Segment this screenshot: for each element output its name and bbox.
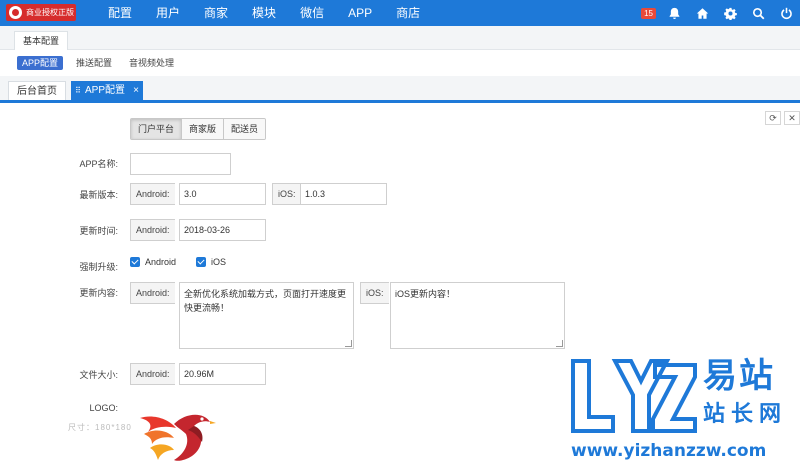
force-update-ios-checkbox[interactable]: iOS <box>196 257 226 267</box>
latest-version-label: 最新版本: <box>79 190 118 200</box>
version-android-input[interactable]: 3.0 <box>179 183 266 205</box>
content-android-addon: Android: <box>130 282 175 304</box>
gear-icon[interactable] <box>716 0 744 26</box>
page-tab-app-config[interactable]: ⠿ APP配置 × <box>71 81 144 100</box>
version-android-addon: Android: <box>130 183 175 205</box>
nav-item-merchants[interactable]: 商家 <box>192 0 240 26</box>
content-ios-textarea[interactable]: iOS更新内容！ <box>390 282 565 349</box>
notification-count-badge[interactable]: 15 <box>641 7 656 19</box>
checkbox-checked-icon <box>196 257 206 267</box>
home-icon[interactable] <box>688 0 716 26</box>
subnav-item-app-config[interactable]: APP配置 <box>17 56 64 70</box>
close-icon[interactable]: × <box>133 81 139 100</box>
power-icon[interactable] <box>772 0 800 26</box>
sub-nav: APP配置 推送配置 音视频处理 <box>0 50 800 76</box>
file-size-android-input[interactable]: 20.96M <box>179 363 266 385</box>
nav-item-config[interactable]: 配置 <box>96 0 144 26</box>
platform-segmented-control: 门户平台 商家版 配送员 <box>130 118 267 140</box>
app-name-input[interactable] <box>130 153 231 175</box>
content-ios-addon: iOS: <box>360 282 389 304</box>
top-toolbar: 15 <box>641 0 800 26</box>
logo-label: LOGO: <box>89 403 118 413</box>
nav-item-app[interactable]: APP <box>336 0 384 26</box>
site-watermark: 易站 站长网 www.yizhanzzw.com <box>567 355 799 467</box>
tab-basic-config[interactable]: 基本配置 <box>14 31 69 50</box>
refresh-icon[interactable]: ⟳ <box>765 111 781 125</box>
force-update-label: 强制升级: <box>79 262 118 272</box>
nav-item-modules[interactable]: 模块 <box>240 0 288 26</box>
force-update-android-checkbox[interactable]: Android <box>130 257 176 267</box>
nav-item-store[interactable]: 商店 <box>384 0 432 26</box>
brand-label: 商业授权正版 <box>26 8 74 17</box>
app-config-panel: ⟳ ✕ 门户平台 商家版 配送员 APP名称: 最新版本: Android: 3… <box>0 106 800 467</box>
watermark-lyz-mark <box>571 359 697 433</box>
watermark-cn-line1: 易站 <box>703 356 775 396</box>
segment-courier[interactable]: 配送员 <box>224 119 266 139</box>
nav-item-users[interactable]: 用户 <box>144 0 192 26</box>
force-update-ios-label: iOS <box>211 257 227 267</box>
checkbox-checked-icon <box>130 257 140 267</box>
brand-license-badge[interactable]: 商业授权正版 <box>6 4 76 21</box>
section-bar: 基本配置 <box>0 26 800 50</box>
app-logo-image[interactable] <box>134 404 218 466</box>
main-nav: 配置 用户 商家 模块 微信 APP 商店 <box>96 0 432 26</box>
app-name-label: APP名称: <box>79 159 118 169</box>
watermark-cn-line2: 站长网 <box>703 402 788 427</box>
logo-size-hint: 尺寸：180*180 <box>68 423 132 432</box>
file-size-label: 文件大小: <box>79 370 118 380</box>
version-ios-addon: iOS: <box>272 183 301 205</box>
version-ios-input[interactable]: 1.0.3 <box>300 183 387 205</box>
subnav-item-media-processing[interactable]: 音视频处理 <box>124 56 179 70</box>
bell-icon[interactable] <box>660 0 688 26</box>
force-update-android-label: Android <box>145 257 177 267</box>
subnav-item-push-config[interactable]: 推送配置 <box>71 56 117 70</box>
update-content-label: 更新内容: <box>79 288 118 298</box>
top-navbar: 商业授权正版 配置 用户 商家 模块 微信 APP 商店 15 <box>0 0 800 26</box>
file-size-android-addon: Android: <box>130 363 175 385</box>
license-seal-icon <box>9 6 22 19</box>
page-tab-label: APP配置 <box>85 85 126 96</box>
close-panel-icon[interactable]: ✕ <box>784 111 800 125</box>
search-icon[interactable] <box>744 0 772 26</box>
segment-merchant[interactable]: 商家版 <box>182 119 225 139</box>
drag-handle-icon[interactable]: ⠿ <box>75 81 81 100</box>
page-tab-home[interactable]: 后台首页 <box>8 81 66 100</box>
segment-portal[interactable]: 门户平台 <box>131 119 183 139</box>
page-tab-bar: 后台首页 ⠿ APP配置 × <box>0 76 800 103</box>
update-time-android-input[interactable]: 2018-03-26 <box>179 219 266 241</box>
content-android-textarea[interactable]: 全新优化系统加载方式，页面打开速度更快更流畅！ <box>179 282 354 349</box>
watermark-url: www.yizhanzzw.com <box>571 441 767 461</box>
update-time-android-addon: Android: <box>130 219 175 241</box>
nav-item-wechat[interactable]: 微信 <box>288 0 336 26</box>
update-time-label: 更新时间: <box>79 226 118 236</box>
